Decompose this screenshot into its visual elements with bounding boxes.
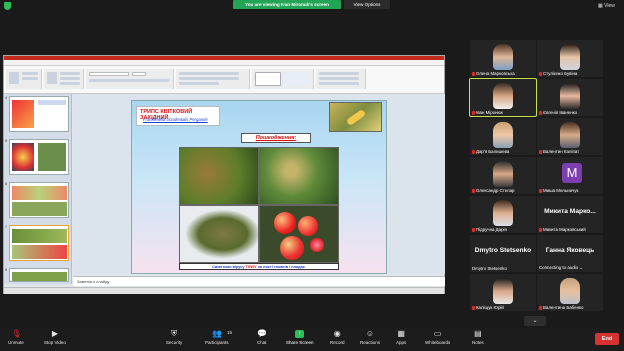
whiteboards-icon: ▭ [433,329,442,338]
participant-tile[interactable]: Каліщук Юрій [470,274,536,311]
participant-tile[interactable]: M Миша Мельничук [537,157,603,194]
record-button[interactable]: ◉ Record [330,329,345,346]
participants-icon: 👥 [212,329,223,338]
slide-caption: Симптоми вірусу TSWV на листі томатів і … [179,263,339,270]
mic-muted-icon [472,305,475,310]
unmute-button[interactable]: 🎙 Unmute [8,329,24,346]
participant-tile[interactable]: Микита Марко... Микита Марковський [537,196,603,233]
apps-icon: ▦ [397,329,405,338]
security-icon: ⛨ [171,329,178,338]
participant-display-name: Микита Марко... [544,208,596,215]
mic-muted-icon [472,149,475,154]
mic-muted-icon [539,227,542,232]
mic-muted-icon [472,188,475,193]
participant-display-name: Ганна Яковець [545,247,595,254]
leaf-photo-2 [259,147,339,205]
damage-heading: Пошкодження: [241,133,311,143]
chat-button[interactable]: 💬 Chat [257,329,268,346]
slide-thumbnail-selected[interactable] [9,225,69,261]
view-options-button[interactable]: View Options [344,0,390,9]
participant-tile[interactable]: Стулієнко Бувіна [537,40,603,77]
participant-tile[interactable]: Дар'я Балишева [470,118,536,155]
slide-thumbnail[interactable] [9,139,69,175]
notes-icon: ▤ [474,329,482,338]
gallery-scroll-down-button[interactable]: ⌄ [524,316,546,326]
view-label: View [604,3,615,9]
mic-muted-icon [539,110,542,115]
participant-tile[interactable]: Ганна Яковець Connecting to audio ⌄ [537,235,603,272]
slide-thumbnail[interactable] [9,268,69,282]
participant-gallery: Олена Марковська Стулієнко Бувіна Іван М… [466,38,606,328]
slide-subtitle: Frankliniella occidentalis Pergande [143,117,208,122]
viewing-screen-label: You are viewing Ivan Mironuk's screen [233,0,341,9]
avatar: M [562,163,582,183]
chat-icon: 💬 [257,329,268,338]
reactions-button[interactable]: ☺ Reactions [360,329,380,346]
reactions-icon: ☺ [365,329,375,338]
chevron-down-icon: ⌄ [532,318,538,324]
mic-muted-icon [539,305,542,310]
mic-muted-icon [472,110,475,115]
end-meeting-button[interactable]: End [595,333,619,345]
participant-tile[interactable]: Валентин Каліпат [537,118,603,155]
slide-thumbnail[interactable] [9,96,69,132]
slide-editor: ТРИПС КВІТКОВИЙ ЗАХІДНИЙ Frankliniella o… [73,94,445,274]
slide-thumbnails[interactable]: 4 5 6 7 8 [4,94,72,284]
video-icon: ▶ [51,329,59,338]
participant-tile[interactable]: Євгенія Іваненко [537,79,603,116]
mic-muted-icon [539,188,542,193]
shared-screen: 4 5 6 7 8 ТРИПС КВІТКОВИЙ ЗАХІДНИЙ Frank… [3,55,445,294]
mic-muted-icon [539,71,542,76]
ppt-status-bar [4,287,444,294]
record-icon: ◉ [333,329,341,338]
whiteboards-button[interactable]: ▭ Whiteboards [425,329,450,346]
participant-display-name: Dmytro Stetsenko [474,247,532,254]
mic-muted-icon: 🎙 [11,329,22,338]
participant-tile-active[interactable]: Іван Міронюк [469,78,537,117]
stop-video-button[interactable]: ▶ Stop Video [44,329,66,346]
participant-tile[interactable]: Dmytro Stetsenko Dmytro Stetsenko [470,235,536,272]
mic-muted-icon [472,227,475,232]
thrips-photo [329,102,382,132]
security-button[interactable]: ⛨ Security [166,329,182,346]
leaf-photo-3 [179,205,259,263]
slide-notes[interactable]: Заметки к слайду [73,276,445,286]
leaf-photo-1 [179,147,259,205]
mic-muted-icon [472,71,475,76]
participant-tile[interactable]: Підручна Дарія [470,196,536,233]
participants-button[interactable]: 👥 Participants 15 [205,329,233,346]
slide-thumbnail[interactable] [9,182,69,218]
mic-muted-icon [539,149,542,154]
ppt-ribbon [4,66,444,94]
shield-icon[interactable] [4,2,11,10]
participant-tile[interactable]: Олена Марковська [470,40,536,77]
share-screen-icon: ↑ [295,330,305,338]
top-banner: You are viewing Ivan Mironuk's screen Vi… [0,0,624,12]
slide-title-box: ТРИПС КВІТКОВИЙ ЗАХІДНИЙ Frankliniella o… [136,106,220,126]
share-screen-button[interactable]: ↑ Share Screen [286,330,314,345]
participant-tile[interactable]: Валентина Бабенко [537,274,603,311]
view-button[interactable]: ▦ View [598,3,615,9]
current-slide: ТРИПС КВІТКОВИЙ ЗАХІДНИЙ Frankliniella o… [131,100,387,274]
tomato-photo [259,205,339,263]
meeting-toolbar: 🎙 Unmute ▶ Stop Video ⛨ Security 👥 Participa… [0,328,624,351]
participant-tile[interactable]: Олександр Степар [470,157,536,194]
participants-count: 15 [227,330,233,335]
apps-button[interactable]: ▦ Apps [396,329,406,346]
notes-button[interactable]: ▤ Notes [472,329,484,346]
